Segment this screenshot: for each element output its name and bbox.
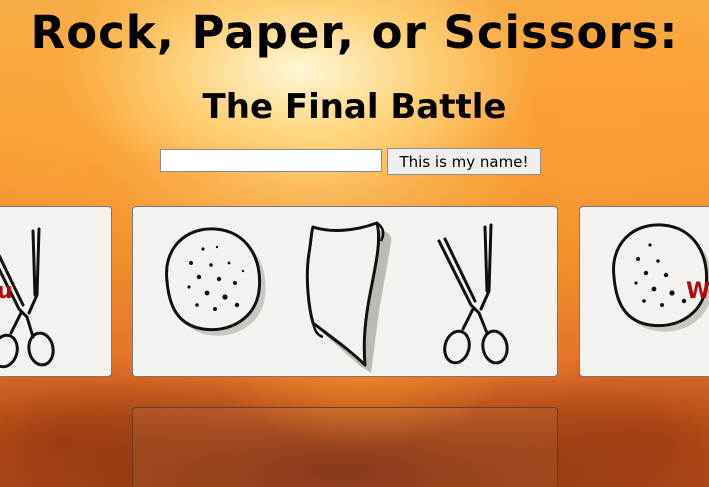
result-panel <box>132 407 558 487</box>
right-card-badge: W <box>686 279 709 304</box>
left-choice-card: u <box>0 206 112 377</box>
scissors-choice[interactable] <box>423 215 543 375</box>
right-choice-card: W <box>579 206 709 377</box>
page-title: Rock, Paper, or Scissors: <box>30 6 679 59</box>
rock-icon <box>165 227 266 336</box>
left-card-badge: u <box>0 279 13 304</box>
choice-card <box>132 206 558 377</box>
paper-choice[interactable] <box>291 215 411 375</box>
page-subtitle: The Final Battle <box>202 87 507 127</box>
scissors-icon <box>437 223 509 365</box>
rock-icon <box>612 223 709 332</box>
submit-name-button[interactable]: This is my name! <box>387 148 541 175</box>
name-input[interactable] <box>160 149 382 172</box>
rock-choice[interactable] <box>155 215 275 375</box>
paper-icon <box>305 221 392 373</box>
